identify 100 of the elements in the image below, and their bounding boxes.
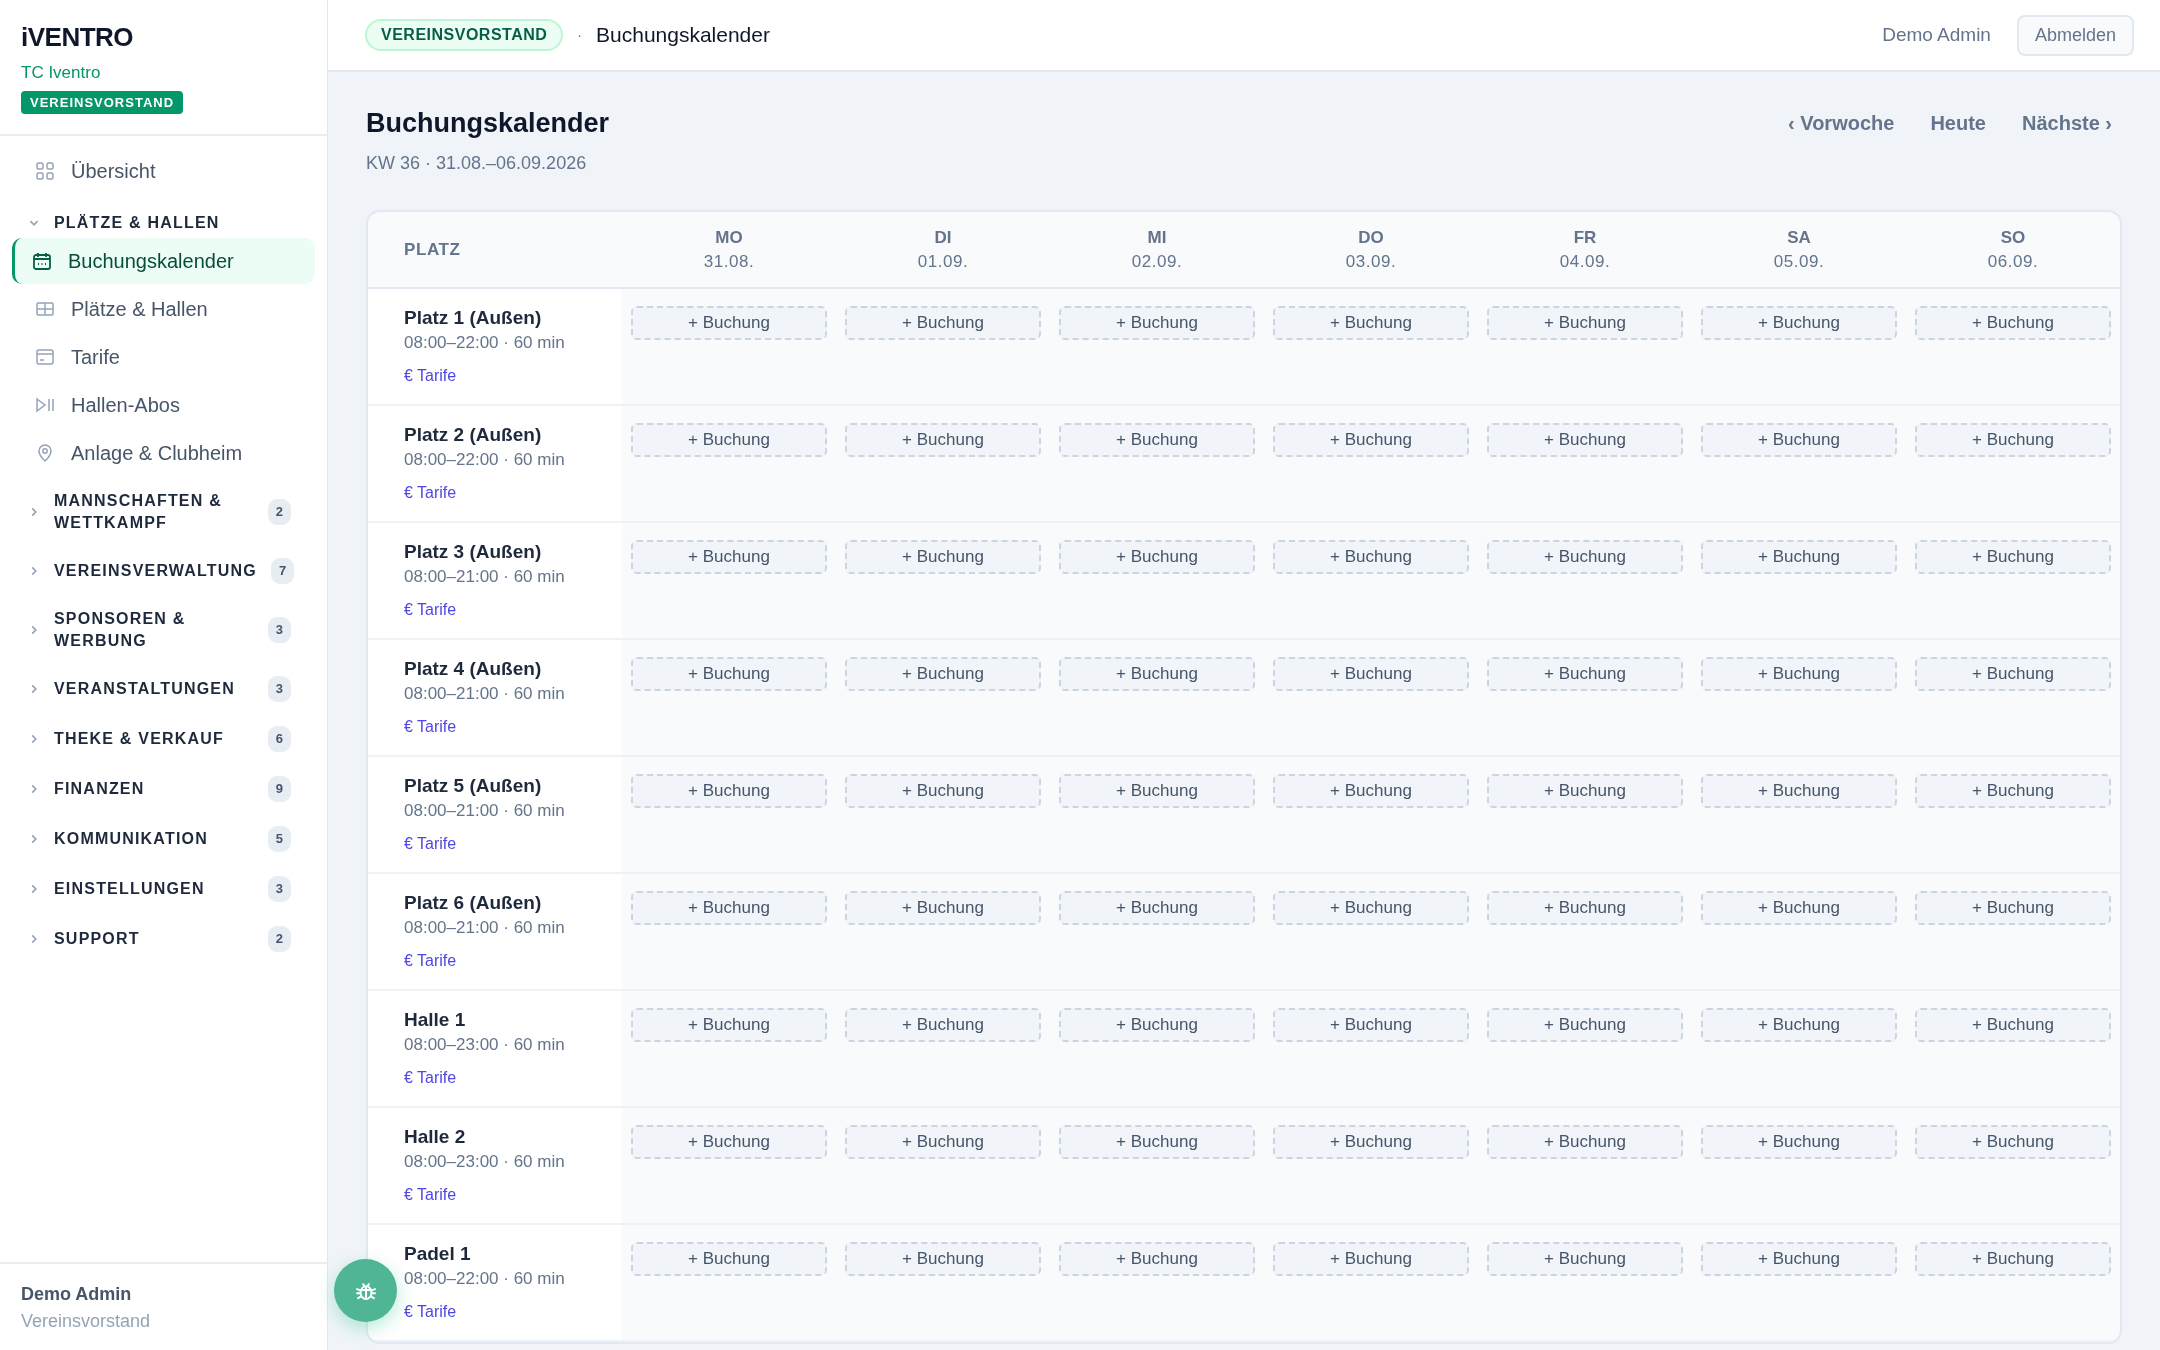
add-booking-button[interactable]: + Buchung bbox=[1273, 891, 1469, 925]
week-nav-link[interactable]: Nächste › bbox=[2021, 112, 2112, 135]
add-booking-button[interactable]: + Buchung bbox=[1487, 306, 1683, 340]
user-name: Demo Admin bbox=[21, 1284, 133, 1305]
add-booking-button[interactable]: + Buchung bbox=[845, 891, 1041, 925]
add-booking-button[interactable]: + Buchung bbox=[631, 657, 827, 691]
add-booking-button[interactable]: + Buchung bbox=[845, 657, 1041, 691]
tariff-link[interactable]: € Tarife bbox=[404, 367, 457, 385]
add-booking-button[interactable]: + Buchung bbox=[1915, 1125, 2111, 1159]
add-booking-button[interactable]: + Buchung bbox=[845, 540, 1041, 574]
add-booking-button[interactable]: + Buchung bbox=[631, 540, 827, 574]
add-booking-button[interactable]: + Buchung bbox=[631, 306, 827, 340]
add-booking-button[interactable]: + Buchung bbox=[1273, 306, 1469, 340]
nav-group-toggle[interactable]: VERANSTALTUNGEN 3 bbox=[12, 664, 315, 714]
add-booking-button[interactable]: + Buchung bbox=[1701, 891, 1897, 925]
add-booking-button[interactable]: + Buchung bbox=[1273, 1008, 1469, 1042]
week-nav-link[interactable]: ‹ Vorwoche bbox=[1788, 112, 1895, 135]
tariff-link[interactable]: € Tarife bbox=[404, 1069, 457, 1087]
add-booking-button[interactable]: + Buchung bbox=[1701, 1242, 1897, 1276]
add-booking-button[interactable]: + Buchung bbox=[845, 1125, 1041, 1159]
add-booking-button[interactable]: + Buchung bbox=[1059, 1008, 1255, 1042]
add-booking-button[interactable]: + Buchung bbox=[1701, 540, 1897, 574]
add-booking-button[interactable]: + Buchung bbox=[631, 1242, 827, 1276]
tariff-link[interactable]: € Tarife bbox=[404, 835, 457, 853]
date-label: 04.09. bbox=[1559, 251, 1611, 272]
add-booking-button[interactable]: + Buchung bbox=[1059, 306, 1255, 340]
tariff-link[interactable]: € Tarife bbox=[404, 718, 457, 736]
nav-group-toggle[interactable]: KOMMUNIKATION 5 bbox=[12, 814, 315, 864]
add-booking-button[interactable]: + Buchung bbox=[631, 774, 827, 808]
nav-group-toggle[interactable]: MANNSCHAFTEN & WETTKAMPF 2 bbox=[12, 478, 315, 546]
add-booking-button[interactable]: + Buchung bbox=[1059, 540, 1255, 574]
add-booking-button[interactable]: + Buchung bbox=[1915, 306, 2111, 340]
add-booking-button[interactable]: + Buchung bbox=[1059, 1125, 1255, 1159]
add-booking-button[interactable]: + Buchung bbox=[1701, 774, 1897, 808]
add-booking-button[interactable]: + Buchung bbox=[1059, 657, 1255, 691]
sidebar-item[interactable]: Tarife bbox=[12, 334, 315, 380]
add-booking-button[interactable]: + Buchung bbox=[1487, 540, 1683, 574]
add-booking-button[interactable]: + Buchung bbox=[845, 774, 1041, 808]
tariff-link[interactable]: € Tarife bbox=[404, 952, 457, 970]
nav-group-toggle[interactable]: SPONSOREN & WERBUNG 3 bbox=[12, 596, 315, 664]
nav-group-toggle[interactable]: SUPPORT 2 bbox=[12, 914, 315, 964]
add-booking-button[interactable]: + Buchung bbox=[1701, 306, 1897, 340]
add-booking-button[interactable]: + Buchung bbox=[1273, 1242, 1469, 1276]
court-hours: 08:00–22:00 · 60 min bbox=[404, 450, 566, 470]
add-booking-button[interactable]: + Buchung bbox=[1701, 1008, 1897, 1042]
add-booking-button[interactable]: + Buchung bbox=[845, 306, 1041, 340]
add-booking-button[interactable]: + Buchung bbox=[631, 423, 827, 457]
tariff-link[interactable]: € Tarife bbox=[404, 484, 457, 502]
add-booking-button[interactable]: + Buchung bbox=[1059, 891, 1255, 925]
add-booking-button[interactable]: + Buchung bbox=[1701, 423, 1897, 457]
add-booking-button[interactable]: + Buchung bbox=[1487, 423, 1683, 457]
logout-button[interactable]: Abmelden bbox=[2016, 14, 2134, 56]
add-booking-button[interactable]: + Buchung bbox=[1487, 774, 1683, 808]
add-booking-button[interactable]: + Buchung bbox=[845, 1008, 1041, 1042]
add-booking-button[interactable]: + Buchung bbox=[1915, 891, 2111, 925]
add-booking-button[interactable]: + Buchung bbox=[1701, 657, 1897, 691]
add-booking-button[interactable]: + Buchung bbox=[1059, 423, 1255, 457]
add-booking-button[interactable]: + Buchung bbox=[1059, 1242, 1255, 1276]
add-booking-button[interactable]: + Buchung bbox=[1915, 657, 2111, 691]
add-booking-button[interactable]: + Buchung bbox=[1915, 423, 2111, 457]
count-badge: 5 bbox=[267, 826, 291, 852]
nav-group-toggle[interactable]: PLÄTZE & HALLEN bbox=[12, 196, 315, 238]
nav-group-toggle[interactable]: FINANZEN 9 bbox=[12, 764, 315, 814]
tariff-link[interactable]: € Tarife bbox=[404, 1186, 457, 1204]
sidebar-item[interactable]: Hallen-Abos bbox=[12, 382, 315, 428]
weekday-label: MO bbox=[715, 227, 743, 248]
add-booking-button[interactable]: + Buchung bbox=[1273, 774, 1469, 808]
add-booking-button[interactable]: + Buchung bbox=[1487, 1125, 1683, 1159]
add-booking-button[interactable]: + Buchung bbox=[1915, 774, 2111, 808]
nav-group-toggle[interactable]: EINSTELLUNGEN 3 bbox=[12, 864, 315, 914]
add-booking-button[interactable]: + Buchung bbox=[1915, 1242, 2111, 1276]
sidebar-item[interactable]: Anlage & Clubheim bbox=[12, 430, 315, 476]
add-booking-button[interactable]: + Buchung bbox=[631, 1125, 827, 1159]
add-booking-button[interactable]: + Buchung bbox=[631, 891, 827, 925]
add-booking-button[interactable]: + Buchung bbox=[1273, 1125, 1469, 1159]
date-label: 05.09. bbox=[1773, 251, 1825, 272]
tariff-link[interactable]: € Tarife bbox=[404, 1303, 457, 1321]
count-badge: 3 bbox=[267, 876, 291, 902]
add-booking-button[interactable]: + Buchung bbox=[1273, 657, 1469, 691]
add-booking-button[interactable]: + Buchung bbox=[1273, 423, 1469, 457]
tariff-link[interactable]: € Tarife bbox=[404, 601, 457, 619]
add-booking-button[interactable]: + Buchung bbox=[1059, 774, 1255, 808]
add-booking-button[interactable]: + Buchung bbox=[1487, 891, 1683, 925]
nav-group-toggle[interactable]: VEREINSVERWALTUNG 7 bbox=[12, 546, 315, 596]
week-nav-link[interactable]: Heute bbox=[1930, 112, 1986, 135]
add-booking-button[interactable]: + Buchung bbox=[1487, 657, 1683, 691]
add-booking-button[interactable]: + Buchung bbox=[845, 1242, 1041, 1276]
add-booking-button[interactable]: + Buchung bbox=[1915, 1008, 2111, 1042]
court-name: Padel 1 bbox=[404, 1243, 472, 1265]
add-booking-button[interactable]: + Buchung bbox=[1487, 1242, 1683, 1276]
add-booking-button[interactable]: + Buchung bbox=[845, 423, 1041, 457]
sidebar-item[interactable]: Übersicht bbox=[12, 148, 315, 194]
add-booking-button[interactable]: + Buchung bbox=[1487, 1008, 1683, 1042]
add-booking-button[interactable]: + Buchung bbox=[1273, 540, 1469, 574]
sidebar-item[interactable]: Buchungskalender bbox=[12, 238, 315, 284]
add-booking-button[interactable]: + Buchung bbox=[631, 1008, 827, 1042]
nav-group-toggle[interactable]: THEKE & VERKAUF 6 bbox=[12, 714, 315, 764]
add-booking-button[interactable]: + Buchung bbox=[1915, 540, 2111, 574]
add-booking-button[interactable]: + Buchung bbox=[1701, 1125, 1897, 1159]
sidebar-item[interactable]: Plätze & Hallen bbox=[12, 286, 315, 332]
